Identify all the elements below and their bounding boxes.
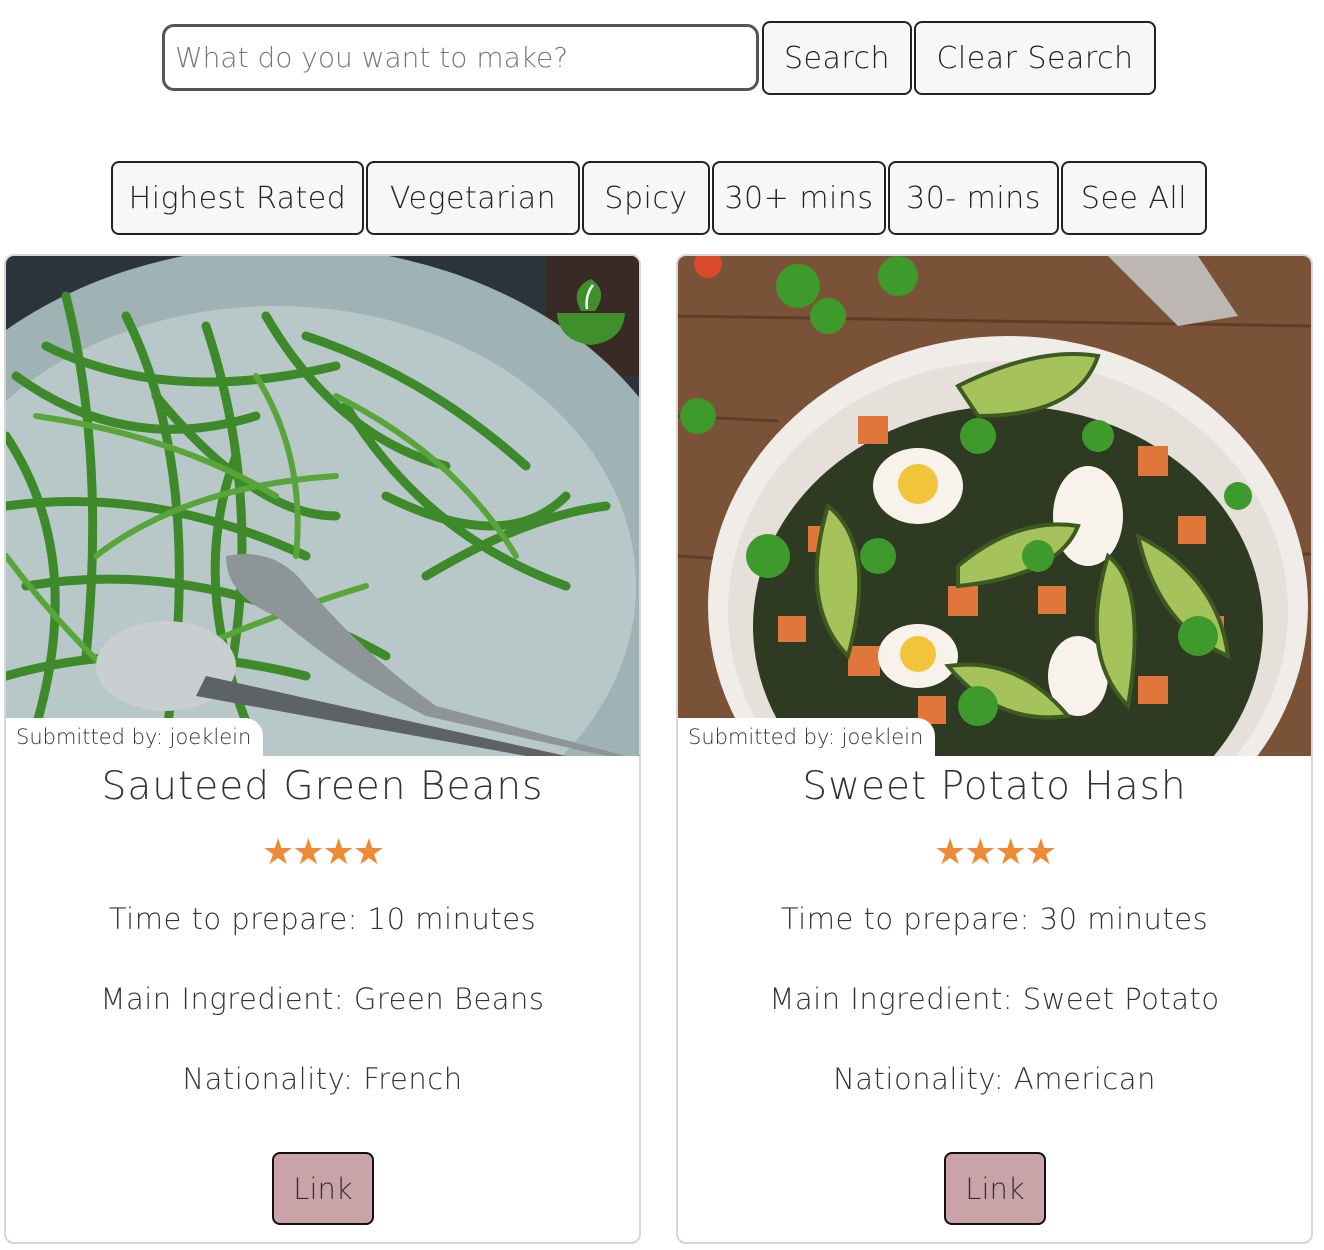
rating-stars: ★★★★ (933, 832, 1057, 873)
recipe-link-button[interactable]: Link (944, 1152, 1046, 1225)
filter-highest-rated-button[interactable]: Highest Rated (111, 161, 364, 235)
submitted-by-label: Submitted by: joeklein (6, 718, 264, 756)
filter-spicy-button[interactable]: Spicy (582, 161, 710, 235)
filter-vegetarian-button[interactable]: Vegetarian (366, 161, 580, 235)
recipe-photo-green-beans (6, 256, 639, 756)
clear-search-button[interactable]: Clear Search (914, 21, 1156, 95)
main-ingredient: Main Ingredient: Sweet Potato (769, 982, 1220, 1016)
filter-30-minus-mins-button[interactable]: 30- mins (888, 161, 1059, 235)
submitted-by-label: Submitted by: joeklein (678, 718, 936, 756)
nationality: Nationality: French (182, 1062, 463, 1096)
prep-time: Time to prepare: 10 minutes (108, 902, 537, 936)
recipe-title: Sauteed Green Beans (101, 764, 544, 809)
recipe-card: Submitted by: joeklein Sweet Potato Hash… (676, 254, 1313, 1244)
recipe-card: Submitted by: joeklein Sauteed Green Bea… (4, 254, 641, 1244)
main-ingredient: Main Ingredient: Green Beans (100, 982, 545, 1016)
recipe-link-button[interactable]: Link (272, 1152, 374, 1225)
recipe-title: Sweet Potato Hash (802, 764, 1187, 809)
filter-see-all-button[interactable]: See All (1061, 161, 1207, 235)
prep-time: Time to prepare: 30 minutes (780, 902, 1209, 936)
vegetarian-bowl-icon (557, 279, 625, 345)
rating-stars: ★★★★ (261, 832, 385, 873)
recipe-photo-sweet-potato-hash (678, 256, 1311, 756)
nationality: Nationality: American (833, 1062, 1156, 1096)
search-button[interactable]: Search (762, 21, 912, 95)
filter-30-plus-mins-button[interactable]: 30+ mins (712, 161, 886, 235)
search-input[interactable] (162, 24, 759, 91)
